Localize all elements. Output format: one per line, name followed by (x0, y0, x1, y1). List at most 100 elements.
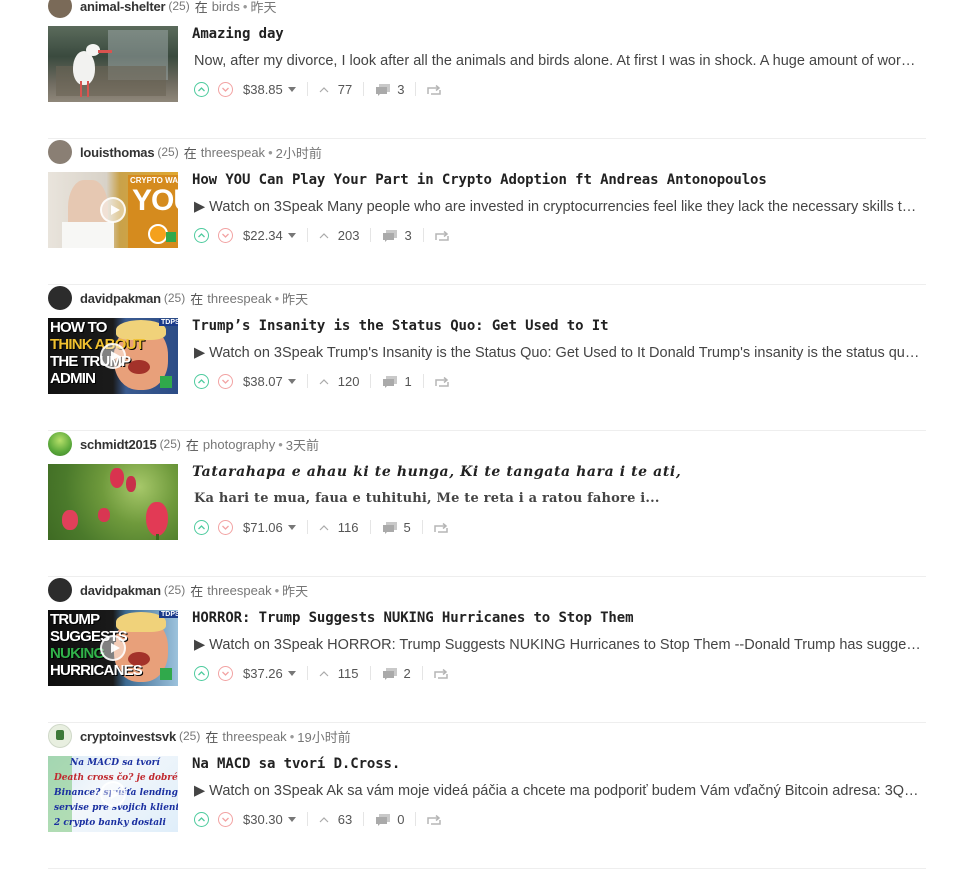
category-link[interactable]: photography (203, 437, 275, 452)
author-link[interactable]: animal-shelter (80, 0, 166, 14)
post-title[interactable]: HORROR: Trump Suggests NUKING Hurricanes… (192, 610, 922, 626)
author-link[interactable]: cryptoinvestsvk (80, 729, 176, 744)
post-thumbnail[interactable]: HOW TO THINK ABOUT THE TRUMP ADMIN TDPS (48, 318, 178, 394)
chevron-down-icon (222, 525, 229, 530)
chevron-down-icon (222, 379, 229, 384)
post-thumbnail[interactable]: CRYPTO WANTSYOU (48, 172, 178, 248)
avatar[interactable] (48, 724, 72, 748)
upvote-button[interactable] (194, 227, 209, 243)
divider (306, 82, 308, 96)
upvote-button[interactable] (194, 811, 209, 827)
avatar[interactable] (48, 140, 72, 164)
category-link[interactable]: threespeak (207, 583, 271, 598)
post-summary[interactable]: Now, after my divorce, I look after all … (194, 53, 922, 69)
reblog-button[interactable] (434, 230, 449, 241)
payout-dropdown[interactable]: $38.07 (243, 374, 296, 389)
author-link[interactable]: louisthomas (80, 145, 155, 160)
voters-count[interactable]: 63 (319, 812, 352, 827)
post-time[interactable]: 3天前 (286, 435, 319, 454)
payout-dropdown[interactable]: $22.34 (243, 228, 296, 243)
post-time[interactable]: 2小时前 (276, 143, 322, 162)
comments-link[interactable]: 2 (382, 666, 411, 681)
post-time[interactable]: 昨天 (250, 0, 276, 16)
voters-count[interactable]: 115 (319, 666, 359, 681)
post-footer: $30.30 63 0 (194, 809, 442, 829)
avatar[interactable] (48, 0, 72, 18)
downvote-button[interactable] (218, 665, 233, 681)
downvote-button[interactable] (218, 519, 233, 535)
comments-link[interactable]: 5 (382, 520, 411, 535)
reblog-button[interactable] (427, 84, 442, 95)
reblog-button[interactable] (434, 376, 449, 387)
payout-dropdown[interactable]: $37.26 (243, 666, 296, 681)
reputation: (25) (157, 145, 179, 159)
reblog-button[interactable] (427, 814, 442, 825)
avatar[interactable] (48, 432, 72, 456)
chevron-down-icon (222, 233, 229, 238)
comments-link[interactable]: 3 (375, 82, 404, 97)
category-link[interactable]: threespeak (207, 291, 271, 306)
post-summary[interactable]: ▶ Watch on 3Speak Many people who are in… (194, 199, 922, 215)
post-title[interactable]: Tatarahapa e ahau ki te hunga, Ki te tan… (192, 464, 922, 480)
chevron-up-icon (319, 524, 329, 530)
reblog-icon (427, 814, 442, 825)
post-title[interactable]: Amazing day (192, 26, 922, 42)
post-time[interactable]: 19小时前 (297, 727, 350, 746)
payout-dropdown[interactable]: $38.85 (243, 82, 296, 97)
payout-dropdown[interactable]: $30.30 (243, 812, 296, 827)
downvote-button[interactable] (218, 227, 233, 243)
post-summary[interactable]: ▶ Watch on 3Speak Ak sa vám moje videá p… (194, 783, 922, 799)
downvote-button[interactable] (218, 811, 233, 827)
voters-count[interactable]: 120 (319, 374, 359, 389)
post-summary[interactable]: ▶ Watch on 3Speak Trump's Insanity is th… (194, 345, 922, 361)
play-icon[interactable] (100, 781, 126, 807)
post-time[interactable]: 昨天 (282, 581, 308, 600)
post-thumbnail[interactable]: Na MACD sa tvorí Death cross čo? je dobré… (48, 756, 178, 832)
divider (369, 520, 371, 534)
post-item: animal-shelter (25) 在 birds • 昨天 Amazing day N… (48, 0, 926, 139)
voters-count[interactable]: 203 (319, 228, 359, 243)
category-link[interactable]: threespeak (222, 729, 286, 744)
play-icon[interactable] (100, 635, 126, 661)
voters-count[interactable]: 77 (319, 82, 352, 97)
post-title[interactable]: How YOU Can Play Your Part in Crypto Ado… (192, 172, 922, 188)
post-thumbnail[interactable]: TRUMP SUGGESTS NUKING HURRICANES TDPS (48, 610, 178, 686)
post-summary[interactable]: ▶ Watch on 3Speak HORROR: Trump Suggests… (194, 637, 922, 653)
downvote-button[interactable] (218, 373, 233, 389)
reblog-button[interactable] (433, 522, 448, 533)
category-link[interactable]: threespeak (201, 145, 265, 160)
upvote-button[interactable] (194, 373, 209, 389)
upvote-button[interactable] (194, 665, 209, 681)
comments-link[interactable]: 0 (375, 812, 404, 827)
votes-value: 77 (337, 81, 353, 97)
voters-count[interactable]: 116 (319, 520, 359, 535)
thumbnail-image: TRUMP SUGGESTS NUKING HURRICANES TDPS (48, 610, 178, 686)
post-title[interactable]: Na MACD sa tvorí D.Cross. (192, 756, 922, 772)
category-link[interactable]: birds (212, 0, 240, 14)
author-link[interactable]: davidpakman (80, 291, 161, 306)
play-icon[interactable] (100, 197, 126, 223)
reblog-button[interactable] (433, 668, 448, 679)
comments-link[interactable]: 3 (382, 228, 412, 243)
post-thumbnail[interactable] (48, 464, 178, 540)
play-icon[interactable] (100, 343, 126, 369)
avatar[interactable] (48, 578, 72, 602)
author-link[interactable]: schmidt2015 (80, 437, 157, 452)
divider (363, 82, 365, 96)
comments-link[interactable]: 1 (382, 374, 412, 389)
post-summary[interactable]: Ka hari te mua, faua e tuhituhi, Me te r… (194, 491, 922, 506)
avatar[interactable] (48, 286, 72, 310)
author-link[interactable]: davidpakman (80, 583, 161, 598)
reputation: (25) (179, 729, 201, 743)
reblog-icon (433, 668, 448, 679)
upvote-button[interactable] (194, 81, 209, 97)
payout-dropdown[interactable]: $71.06 (243, 520, 296, 535)
post-title[interactable]: Trump’s Insanity is the Status Quo: Get … (192, 318, 922, 334)
payout-value: $30.30 (243, 811, 283, 827)
downvote-button[interactable] (218, 81, 233, 97)
post-thumbnail[interactable] (48, 26, 178, 102)
post-header: animal-shelter (25) 在 birds • 昨天 (48, 0, 276, 19)
post-time[interactable]: 昨天 (282, 289, 308, 308)
separator-dot: • (289, 728, 295, 744)
upvote-button[interactable] (194, 519, 209, 535)
